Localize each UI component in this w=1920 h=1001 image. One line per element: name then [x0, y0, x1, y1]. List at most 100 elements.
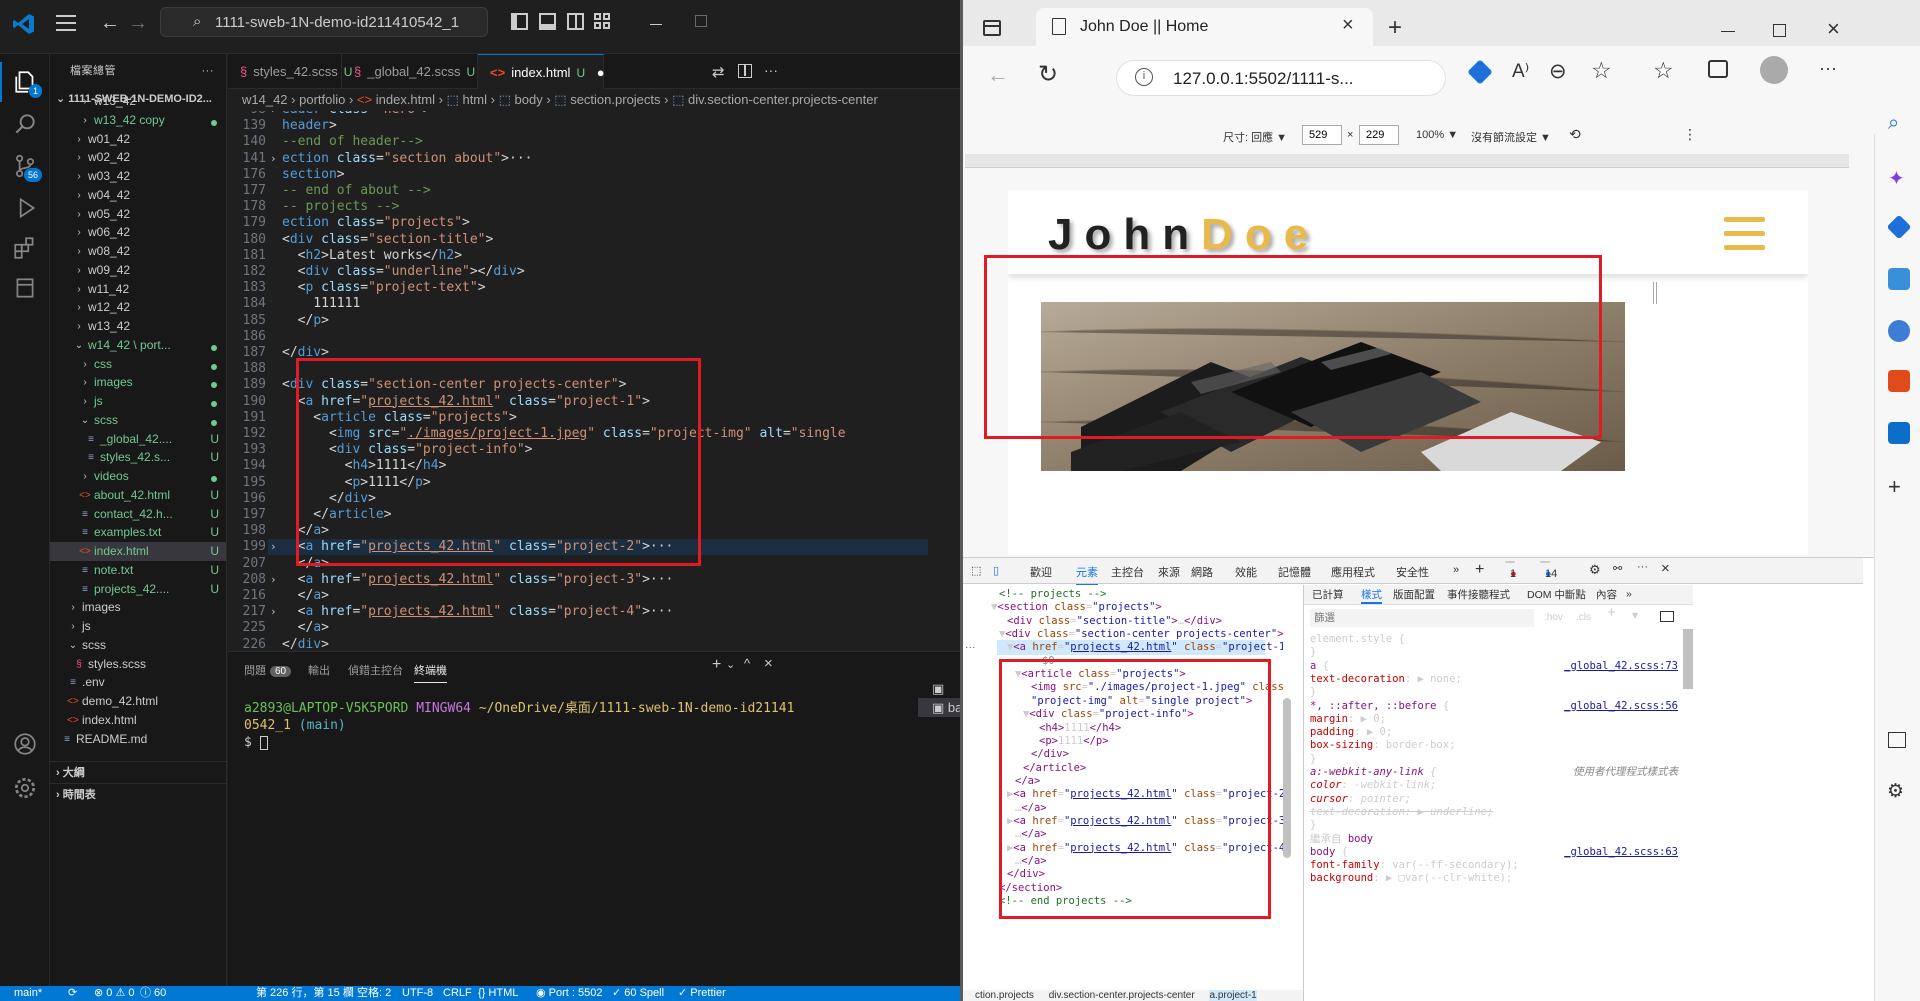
css-rule-line[interactable]: font-family: var(--ff-secondary);: [1310, 859, 1682, 872]
devtools-tab-elements[interactable]: 元素: [1076, 564, 1098, 586]
source-link[interactable]: _global_42.scss:73: [1564, 660, 1678, 673]
tree-item[interactable]: › w01_42: [50, 130, 226, 149]
tree-item[interactable]: › videos: [50, 467, 226, 486]
code-line[interactable]: 98›eader class="hero">···: [250, 111, 928, 118]
source-control-icon[interactable]: 56: [0, 146, 50, 186]
crumb-item[interactable]: div.section-center.projects-center: [1049, 990, 1195, 1001]
tree-item[interactable]: <> about_42.html U: [50, 486, 226, 505]
copilot-icon[interactable]: ✦: [1888, 166, 1905, 191]
outline-section[interactable]: › 大綱: [50, 761, 226, 783]
close-devtools-icon[interactable]: ×: [1661, 560, 1670, 577]
devtools-tab-console[interactable]: 主控台: [1111, 564, 1144, 580]
office-icon[interactable]: [1888, 370, 1910, 392]
more-menu-icon[interactable]: ···: [1819, 58, 1837, 79]
tree-item[interactable]: › w03_42: [50, 167, 226, 186]
dom-node[interactable]: <div class="section-title">…</div>: [1007, 615, 1222, 628]
status-port[interactable]: ◉ Port : 5502: [536, 986, 602, 1001]
tree-item[interactable]: ⌄ scss: [50, 411, 226, 430]
tree-item[interactable]: ≡ styles_42.s... U: [50, 448, 226, 467]
devtools-tab-security[interactable]: 安全性: [1396, 564, 1429, 580]
tab-styles[interactable]: 樣式: [1361, 589, 1382, 604]
css-rule-line[interactable]: padding: ▶ 0;: [1310, 726, 1682, 739]
status-spell[interactable]: ✓ 60 Spell: [612, 986, 664, 1001]
remote-explorer-icon[interactable]: [0, 268, 50, 308]
terminal-session-bash[interactable]: ▣ bash: [918, 698, 960, 717]
tab-computed[interactable]: 已計算: [1312, 589, 1344, 602]
status-position[interactable]: 第 226 行，第 15 欄: [256, 986, 354, 1001]
breadcrumb-item[interactable]: body: [515, 92, 543, 107]
tree-item[interactable]: ≡ README.md: [50, 730, 226, 749]
hamburger-menu-icon[interactable]: [1724, 217, 1765, 251]
settings-gear-icon[interactable]: [0, 768, 50, 808]
css-rule-line[interactable]: text-decoration: ▶ underline;: [1310, 806, 1682, 819]
tree-item[interactable]: › css: [50, 355, 226, 374]
devtools-tab-memory[interactable]: 記憶體: [1278, 564, 1311, 580]
css-rule-line[interactable]: text-decoration: ▶ none;: [1310, 673, 1682, 686]
add-tool-icon[interactable]: +: [1475, 561, 1484, 579]
css-rule-line[interactable]: }: [1310, 753, 1682, 766]
read-aloud-icon[interactable]: A⁾: [1512, 60, 1529, 83]
settings-gear-icon[interactable]: ⚙: [1589, 562, 1601, 578]
tab-actions-icon[interactable]: [983, 20, 1001, 36]
code-line[interactable]: 140 --end of header-->: [243, 134, 928, 150]
crumb-item[interactable]: a.project-1: [1209, 990, 1257, 1001]
styles-filter-input[interactable]: [1310, 609, 1534, 627]
hover-state-toggle[interactable]: :hov: [1544, 612, 1563, 625]
menu-icon[interactable]: [56, 15, 76, 31]
settings-gear-icon[interactable]: ⚙: [1887, 780, 1904, 803]
explorer-more-icon[interactable]: ···: [202, 54, 215, 88]
hide-sidebar-icon[interactable]: [1888, 732, 1906, 748]
add-sidebar-app-icon[interactable]: +: [1888, 474, 1901, 500]
device-more-icon[interactable]: ⋮: [1683, 126, 1697, 143]
tab-output[interactable]: 輸出: [308, 662, 330, 678]
inspect-icon[interactable]: ⬚: [971, 564, 981, 577]
devtools-tab-application[interactable]: 應用程式: [1331, 564, 1375, 580]
tab-dom-breakpoints[interactable]: DOM 中斷點: [1527, 589, 1586, 602]
explorer-icon[interactable]: 1: [0, 62, 50, 102]
rotate-icon[interactable]: ⟲: [1569, 126, 1581, 143]
fold-chevron-icon[interactable]: ›: [270, 151, 277, 167]
error-count-badge[interactable]: ● 1: [1505, 561, 1517, 580]
tree-item[interactable]: › w13_42: [50, 92, 226, 111]
sync-icon[interactable]: ⟳: [68, 986, 77, 1001]
breadcrumb-item[interactable]: html: [462, 92, 487, 107]
code-line[interactable]: 217 › <a href="projects_42.html" class="p…: [243, 604, 928, 620]
code-line[interactable]: 180 <div class="section-title">: [243, 232, 928, 248]
extension-icon[interactable]: [1467, 59, 1493, 85]
status-problems[interactable]: ⊗ 0 ⚠ 0: [94, 986, 134, 1001]
maximize-panel-icon[interactable]: ^: [744, 656, 750, 671]
tree-item[interactable]: <> index.html U: [50, 542, 226, 561]
tree-item[interactable]: › w11_42: [50, 280, 226, 299]
code-line[interactable]: 216 </a>: [243, 588, 928, 604]
tree-item[interactable]: ≡ contact_42.h... U: [50, 505, 226, 524]
device-size-dropdown[interactable]: 尺寸: 回應 ▼: [1223, 129, 1287, 145]
code-line[interactable]: 182 <div class="underline"></div>: [243, 264, 928, 280]
css-rule-line[interactable]: }: [1310, 646, 1682, 659]
sidebar-toggle-icon[interactable]: [1660, 611, 1674, 622]
code-line[interactable]: 184 111111: [243, 296, 928, 312]
dom-node[interactable]: ▼<section class="projects">: [991, 601, 1162, 614]
collections-icon[interactable]: [1708, 60, 1728, 78]
maximize-icon[interactable]: [1773, 24, 1786, 37]
code-line[interactable]: 177 -- end of about -->: [243, 183, 928, 199]
css-rule-line[interactable]: color: -webkit-link;: [1310, 779, 1682, 792]
new-tab-icon[interactable]: +: [1388, 14, 1402, 42]
tree-item[interactable]: › w06_42: [50, 223, 226, 242]
tab-debug-console[interactable]: 偵錯主控台: [348, 662, 403, 678]
css-rule-line[interactable]: a:-webkit-any-link {使用者代理程式樣式表: [1310, 766, 1682, 779]
tab-global-scss[interactable]: § _global_42.scss U: [342, 54, 478, 89]
tree-item[interactable]: › w09_42: [50, 261, 226, 280]
tree-item[interactable]: › images: [50, 598, 226, 617]
class-toggle[interactable]: .cls: [1576, 612, 1591, 625]
terminal-output[interactable]: a2893@LAPTOP-V5K5PORD MINGW64 ~/OneDrive…: [244, 700, 904, 751]
toggle-sidebar-icon[interactable]: [511, 13, 528, 30]
split-editor-icon[interactable]: [738, 64, 752, 78]
tree-item[interactable]: ≡ _global_42.... U: [50, 430, 226, 449]
breadcrumb-item[interactable]: w14_42: [242, 92, 288, 107]
css-rule-line[interactable]: body {_global_42.scss:63: [1310, 846, 1682, 859]
more-tabs-icon[interactable]: »: [1453, 564, 1459, 576]
code-line[interactable]: 181 <h2>Latest works</h2>: [243, 248, 928, 264]
code-line[interactable]: 208 › <a href="projects_42.html" class="p…: [243, 572, 928, 588]
address-bar[interactable]: i 127.0.0.1:5502/1111-s...: [1116, 60, 1446, 96]
code-line[interactable]: 185 </p>: [243, 313, 928, 329]
